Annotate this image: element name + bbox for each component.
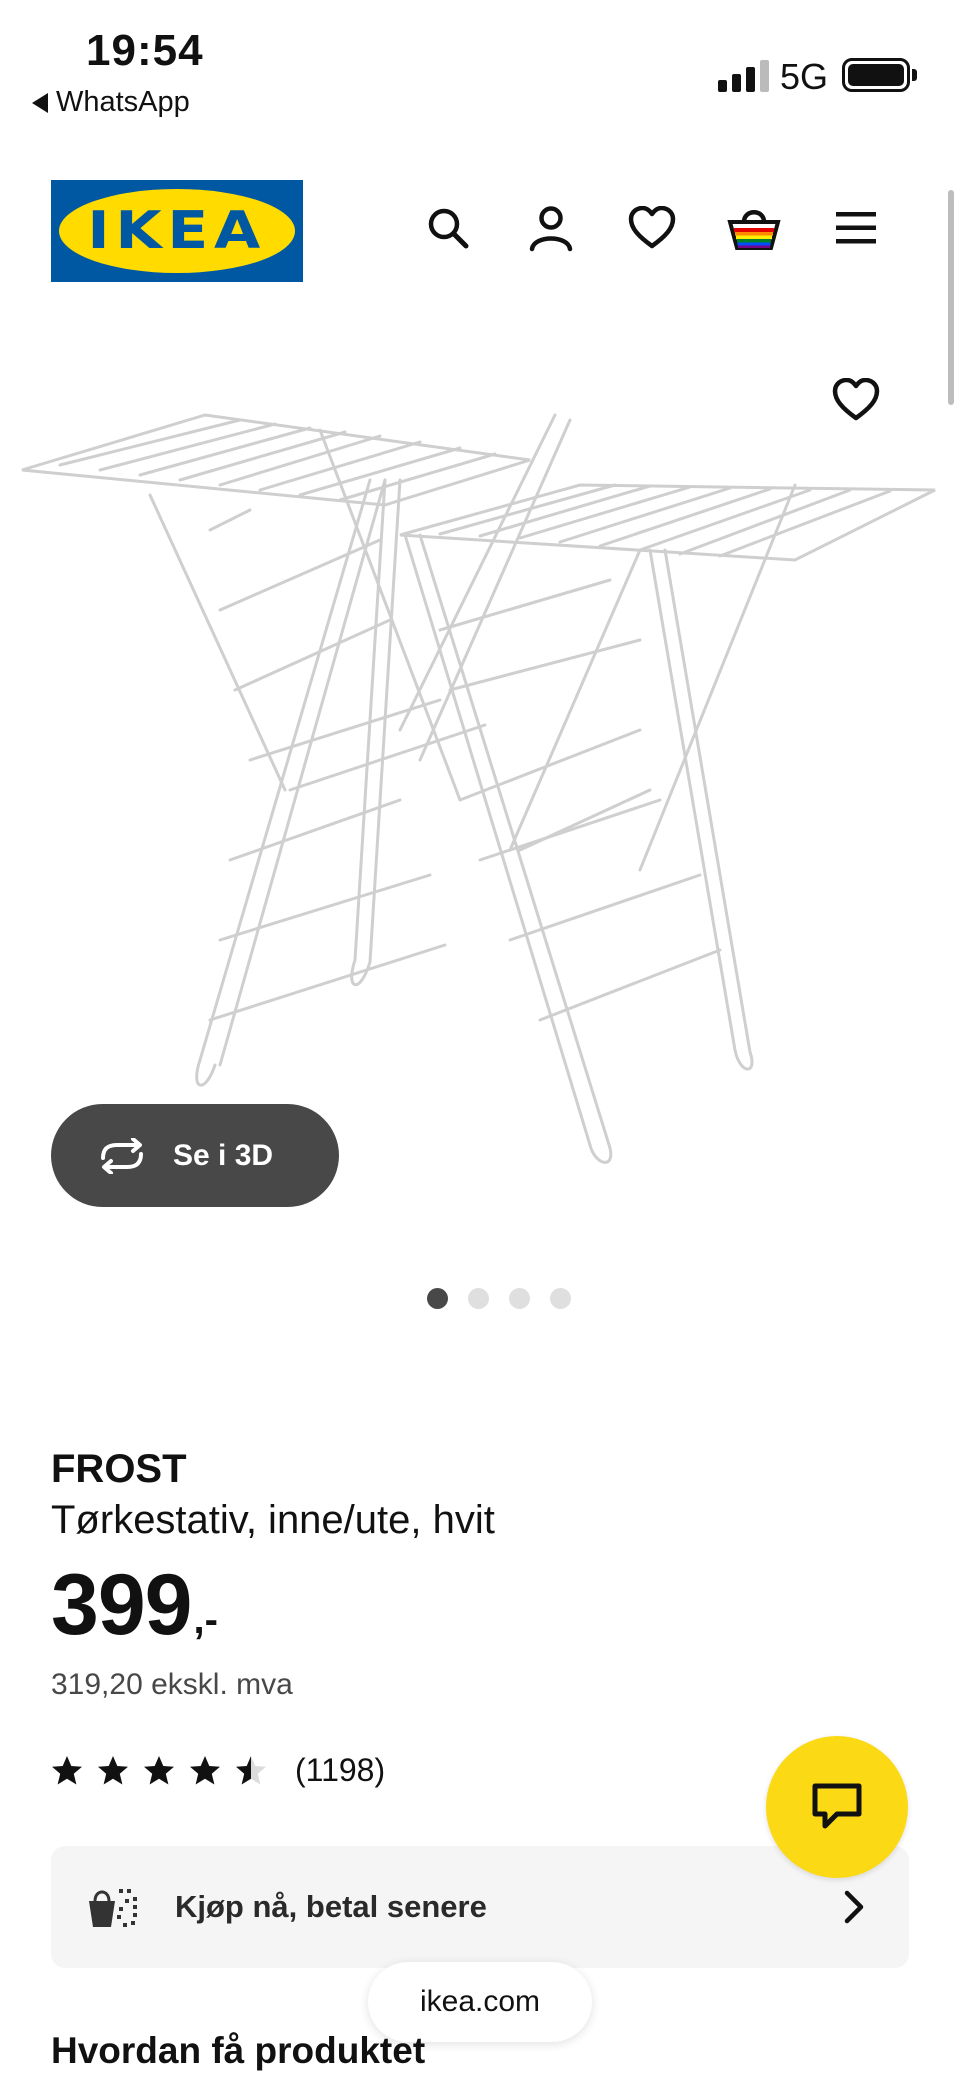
view-in-3d-label: Se i 3D xyxy=(173,1138,274,1172)
rotate-3d-icon xyxy=(101,1137,143,1174)
carousel-dot-1[interactable] xyxy=(427,1288,448,1309)
back-app-label: WhatsApp xyxy=(56,86,190,118)
product-rating[interactable]: (1198) xyxy=(51,1752,385,1789)
customer-chat-button[interactable] xyxy=(766,1736,908,1878)
price-excl-vat: 319,20 ekskl. mva xyxy=(51,1668,293,1701)
star-icon xyxy=(98,1755,128,1784)
price-suffix: ,- xyxy=(193,1598,218,1642)
rating-stars xyxy=(51,1755,267,1787)
product-price: 399 ,- xyxy=(51,1560,911,1650)
product-name: FROST xyxy=(51,1447,187,1491)
back-arrow-icon xyxy=(32,92,48,113)
star-icon xyxy=(52,1755,82,1784)
logo-text: IKEA xyxy=(87,201,267,261)
shopping-bag-icon[interactable] xyxy=(724,198,784,258)
payment-bag-icon xyxy=(89,1889,137,1927)
price-main: 399 xyxy=(51,1557,192,1653)
chevron-right-icon xyxy=(844,1890,864,1924)
status-time: 19:54 xyxy=(86,26,204,75)
add-to-favourites-icon[interactable] xyxy=(826,370,886,430)
star-icon xyxy=(144,1755,174,1784)
product-image-gallery[interactable] xyxy=(0,330,960,1190)
section-title-how-to-get: Hvordan få produktet xyxy=(51,2030,426,2071)
star-icon xyxy=(236,1755,266,1784)
cellular-signal-icon xyxy=(718,58,769,92)
search-icon[interactable] xyxy=(418,198,478,258)
network-type: 5G xyxy=(780,56,829,97)
logo-oval: IKEA xyxy=(59,189,295,273)
buy-now-pay-later-banner[interactable]: Kjøp nå, betal senere xyxy=(51,1846,909,1968)
favourites-icon[interactable] xyxy=(622,198,682,258)
profile-icon[interactable] xyxy=(521,198,581,258)
battery-icon xyxy=(842,58,910,92)
product-info: FROST Tørkestativ, inne/ute, hvit 399 ,-… xyxy=(51,1444,911,1702)
status-bar: 19:54 WhatsApp 5G xyxy=(0,0,960,130)
bnpl-label: Kjøp nå, betal senere xyxy=(175,1889,487,1924)
drying-rack-image xyxy=(21,413,936,1164)
carousel-pagination xyxy=(0,1288,960,1309)
carousel-dot-4[interactable] xyxy=(550,1288,571,1309)
battery-nub xyxy=(912,69,917,81)
view-in-3d-button[interactable]: Se i 3D xyxy=(51,1104,339,1207)
carousel-dot-2[interactable] xyxy=(468,1288,489,1309)
review-count[interactable]: (1198) xyxy=(295,1752,385,1789)
product-description: Tørkestativ, inne/ute, hvit xyxy=(51,1498,495,1542)
star-icon xyxy=(190,1755,220,1784)
chat-bubble-icon xyxy=(812,1783,862,1829)
site-header: IKEA xyxy=(0,170,960,290)
carousel-dot-3[interactable] xyxy=(509,1288,530,1309)
menu-icon[interactable] xyxy=(826,198,886,258)
back-to-app-link[interactable]: WhatsApp xyxy=(32,86,190,119)
ikea-logo[interactable]: IKEA xyxy=(51,180,303,282)
